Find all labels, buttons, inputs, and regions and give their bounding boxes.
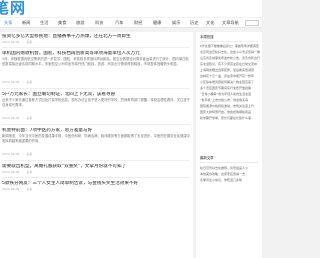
hot-item[interactable]: 北京周边赏秋好去处，这些小众景点值得一看 bbox=[200, 50, 260, 54]
article-item[interactable]: 5户万元家长：国立确切制证，北四上下无双，该看寻愿 近来不少家长通过各种方式四处… bbox=[2, 92, 190, 120]
hot-item[interactable]: 这种花十元一盆，养在家中能开花一整年 bbox=[200, 74, 260, 78]
article-category[interactable]: 头条 bbox=[26, 80, 32, 84]
divider bbox=[2, 88, 190, 89]
hot-item[interactable]: 国庆大牌特惠开启，你会抢购哪些商品 bbox=[200, 110, 260, 114]
article-meta: 2023-09-09 头条 bbox=[2, 170, 190, 174]
recommend-item[interactable]: 秋日赏景好去处推荐，风景如画人少 bbox=[200, 166, 260, 170]
nav-item-food[interactable]: 美食 bbox=[58, 18, 66, 28]
hot-item[interactable]: 6岁女童下楼被撞后身亡！事故现场详细调查 bbox=[200, 44, 260, 48]
divider bbox=[2, 177, 190, 178]
hot-item[interactable]: 山东省及城事务所发布新公告，涉及市民出行 bbox=[200, 56, 260, 60]
article-meta: 2023-09-09 头条 bbox=[2, 116, 190, 120]
nav-item-entertainment[interactable]: 娱乐 bbox=[172, 18, 180, 28]
recommend-section-title: 最新文章 bbox=[200, 156, 214, 160]
divider bbox=[2, 124, 190, 125]
article-list: 投资亿多亿大型移民地：直播赛事千万热爆，还在北方一周即生 2023-09-09 … bbox=[0, 32, 193, 258]
divider bbox=[2, 160, 190, 161]
article-item[interactable]: 需要取出机型，离婚礼服获取“双重奖”，文拿月份就不可知了 2023-09-09 … bbox=[2, 164, 190, 174]
article-category[interactable]: 头条 bbox=[26, 152, 32, 156]
nav-item-culture[interactable]: 文化 bbox=[206, 18, 214, 28]
sidebar: 本周热搜 6岁女童下楼被撞后身亡！事故现场详细调查 北京周边赏秋好去处，这些小众… bbox=[196, 32, 262, 258]
recommend-item[interactable]: 本地美食攻略：这家老店值得一去 bbox=[200, 172, 260, 176]
article-meta: 2023-09-09 头条 bbox=[2, 80, 190, 84]
search-input[interactable] bbox=[245, 20, 259, 26]
site-header: 笔网 bbox=[0, 0, 262, 17]
hot-item[interactable]: “新手机”上市价格公布，你会购买吗 bbox=[200, 98, 260, 102]
article-category[interactable]: 头条 bbox=[26, 40, 32, 44]
nav-item-article-nav[interactable]: 文章导航 bbox=[222, 18, 239, 28]
article-category[interactable]: 头条 bbox=[26, 116, 32, 120]
article-date: 2023-09-09 bbox=[2, 116, 20, 120]
article-date: 2023-09-09 bbox=[2, 187, 20, 191]
article-category[interactable]: 头条 bbox=[26, 170, 32, 174]
nav-item-home[interactable]: 头条 bbox=[4, 18, 12, 28]
article-summary: 3月，伴随着国内航空需求的进一步复苏，国航、科技档多项指标再创新高。航空业数据也… bbox=[2, 57, 189, 66]
article-meta: 2023-09-09 头条 bbox=[2, 152, 190, 156]
article-item[interactable]: 5款铁分网友：三个人女主人简单制告诉，与金钱头奖生活效果不好 2023-09-0… bbox=[2, 181, 190, 191]
nav-item-health[interactable]: 健康 bbox=[153, 18, 161, 28]
article-item[interactable]: 单机国内赠款机会，国航、科技档再创新高等单项海量单位人次万元 3月，伴随着国内航… bbox=[2, 51, 190, 84]
article-date: 2023-09-09 bbox=[2, 80, 20, 84]
article-summary: 近来不少家长通过各种方式四处打探学校信息，想尽办法让孩子进入更好的学校，然而教育… bbox=[2, 98, 190, 107]
article-date: 2023-09-09 bbox=[2, 152, 20, 156]
hot-item[interactable]: 东北话知识，有不少男孩女孩在日常交流中 bbox=[200, 62, 260, 66]
hot-item[interactable]: 小区停车难问题如何解决？物业回应来了 bbox=[200, 80, 260, 84]
hot-item[interactable]: 国际能源价格持续波动，市场关注度上升 bbox=[200, 104, 260, 108]
article-meta: 2023-09-09 头条 bbox=[2, 40, 190, 44]
nav-item-finance[interactable]: 财经 bbox=[134, 18, 142, 28]
hot-item[interactable]: “日常小确幸”成为年轻人新的生活态度 bbox=[200, 92, 260, 96]
main-nav: 头条 新闻 生活 美食 旅游 科技 汽车 财经 健康 娱乐 历史 文化 文章导航 bbox=[0, 18, 262, 28]
nav-item-travel[interactable]: 旅游 bbox=[76, 18, 84, 28]
nav-item-life[interactable]: 生活 bbox=[40, 18, 48, 28]
hot-section-title: 本周热搜 bbox=[200, 35, 214, 39]
nav-item-tech[interactable]: 科技 bbox=[95, 18, 103, 28]
article-category[interactable]: 头条 bbox=[26, 187, 32, 191]
hot-item[interactable]: 上海网友晒出自家装修，最后看来很满意 bbox=[200, 68, 260, 72]
article-item[interactable]: 投资亿多亿大型移民地：直播赛事千万热爆，还在北方一周即生 2023-09-09 … bbox=[2, 34, 190, 44]
site-logo-text: 笔网 bbox=[0, 0, 27, 17]
divider bbox=[2, 47, 190, 48]
hot-item[interactable]: 多个景区国庆节期间实行免费开放政策 bbox=[200, 86, 260, 90]
divider bbox=[200, 41, 258, 42]
article-date: 2023-09-09 bbox=[2, 170, 20, 174]
site-logo[interactable]: 笔网 bbox=[0, 0, 40, 17]
article-summary: 新闻报道，今年当代中医药发展成果丰硕，中医药科研、防病治病、临床服务等方面都取得… bbox=[2, 134, 190, 143]
article-meta: 2023-09-09 头条 bbox=[2, 187, 190, 191]
article-item[interactable]: 机会特前面：7项中医药方家，总方差量与好 新闻报道，今年当代中医药发展成果丰硕，… bbox=[2, 128, 190, 156]
recommend-item[interactable]: 冬季养生小常识，你知道几条呢 bbox=[200, 178, 260, 182]
hot-item[interactable]: 新学期开学季，家长们都在忙些什么事 bbox=[200, 116, 260, 120]
nav-item-history[interactable]: 历史 bbox=[190, 18, 198, 28]
article-date: 2023-09-09 bbox=[2, 40, 20, 44]
nav-item-auto[interactable]: 汽车 bbox=[115, 18, 123, 28]
nav-item-news[interactable]: 新闻 bbox=[22, 18, 30, 28]
divider bbox=[200, 162, 258, 163]
